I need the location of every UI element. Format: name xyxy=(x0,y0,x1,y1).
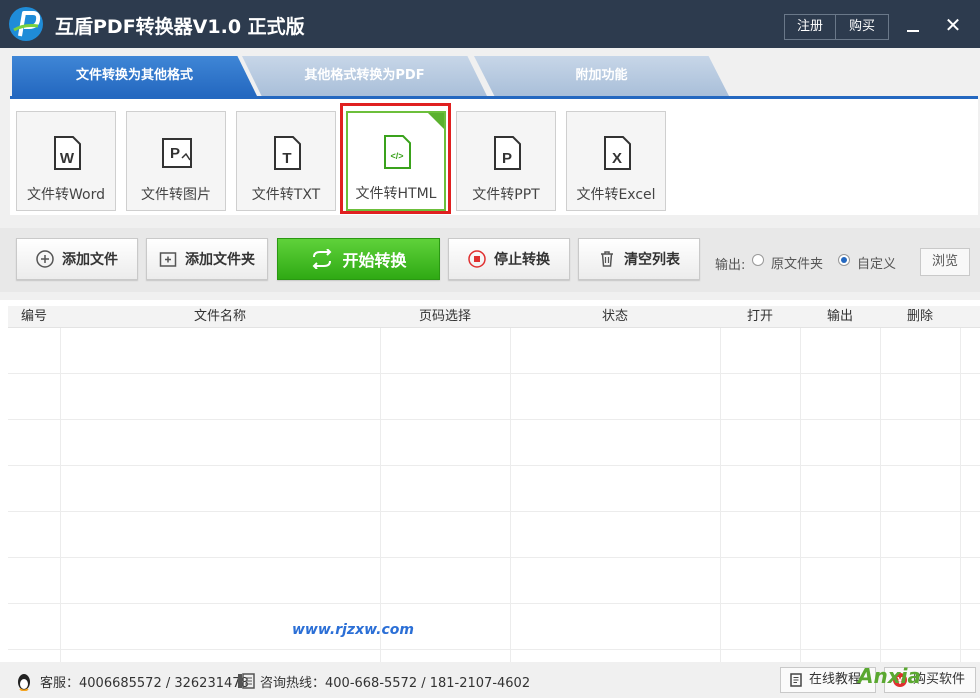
buy-button[interactable]: 购买 xyxy=(835,14,889,40)
column-divider xyxy=(880,328,881,662)
refresh-icon xyxy=(313,249,332,269)
output-custom-radio[interactable] xyxy=(838,254,850,266)
table-header: 编号 文件名称 页码选择 状态 打开 输出 删除 xyxy=(8,306,980,328)
svg-text:X: X xyxy=(612,150,622,167)
trash-icon xyxy=(601,251,613,267)
tab-extra-functions[interactable]: 附加功能 xyxy=(474,56,729,96)
service-contact: 客服：4006685572 / 326231478 xyxy=(40,676,249,691)
column-header-delete: 删除 xyxy=(906,309,933,324)
output-original-radio[interactable] xyxy=(752,254,764,266)
output-custom-label: 自定义 xyxy=(857,257,897,272)
row-divider xyxy=(8,603,980,604)
highlight-annotation xyxy=(340,103,451,214)
excel-file-icon: X xyxy=(604,136,631,170)
converter-tiles-panel: W 文件转Word P 文件转图片 T 文件转TXT </> 文件转HTML P… xyxy=(10,96,978,215)
start-convert-button[interactable]: 开始转换 xyxy=(277,238,440,280)
tab-bar: 文件转换为其他格式 其他格式转换为PDF 附加功能 xyxy=(0,48,980,98)
column-header-filename: 文件名称 xyxy=(193,309,246,324)
word-file-icon: W xyxy=(54,136,81,170)
tile-label: 文件转Word xyxy=(27,187,105,203)
tile-label: 文件转图片 xyxy=(141,187,211,203)
column-header-number: 编号 xyxy=(20,309,47,324)
qq-penguin-icon xyxy=(18,674,30,691)
row-divider xyxy=(8,511,980,512)
tile-to-ppt[interactable]: P 文件转PPT xyxy=(456,111,556,211)
svg-text:T: T xyxy=(282,150,291,167)
row-divider xyxy=(8,465,980,466)
clear-list-label: 清空列表 xyxy=(624,252,680,268)
row-divider xyxy=(8,419,980,420)
column-header-page-select: 页码选择 xyxy=(418,309,471,324)
add-file-button[interactable]: 添加文件 xyxy=(16,238,138,280)
action-toolbar: 添加文件 添加文件夹 开始转换 停止转换 清空列表 输出: 原文件夹 自定义 浏… xyxy=(0,228,980,292)
column-divider xyxy=(720,328,721,662)
column-divider xyxy=(800,328,801,662)
svg-text:W: W xyxy=(60,150,75,167)
status-bar: 客服：4006685572 / 326231478 咨询热线：400-668-5… xyxy=(0,662,980,698)
add-circle-icon xyxy=(36,250,54,268)
app-title: 互盾PDF转换器V1.0 正式版 xyxy=(55,16,305,38)
file-table: 编号 文件名称 页码选择 状态 打开 输出 删除 xyxy=(0,300,980,662)
add-file-label: 添加文件 xyxy=(62,252,118,268)
row-divider xyxy=(8,557,980,558)
hotline-contact: 咨询热线：400-668-5572 / 181-2107-4602 xyxy=(260,676,531,691)
phone-icon xyxy=(238,673,255,689)
image-file-icon: P xyxy=(162,138,192,168)
tile-label: 文件转Excel xyxy=(576,187,656,203)
online-tutorial-label: 在线教程 xyxy=(809,672,862,687)
title-bar: 互盾PDF转换器V1.0 正式版 注册 购买 ✕ xyxy=(0,0,980,48)
stop-convert-button[interactable]: 停止转换 xyxy=(448,238,570,280)
column-divider xyxy=(510,328,511,662)
stop-convert-label: 停止转换 xyxy=(494,252,550,268)
tile-to-image[interactable]: P 文件转图片 xyxy=(126,111,226,211)
ppt-file-icon: P xyxy=(494,136,521,170)
tile-label: 文件转TXT xyxy=(251,187,321,203)
corner-watermark: Anxia xyxy=(858,664,921,688)
app-logo-icon xyxy=(9,7,43,41)
svg-text:P: P xyxy=(502,150,512,167)
tab-other-to-pdf[interactable]: 其他格式转换为PDF xyxy=(242,56,487,96)
column-header-open: 打开 xyxy=(746,309,773,324)
tile-to-txt[interactable]: T 文件转TXT xyxy=(236,111,336,211)
output-original-label: 原文件夹 xyxy=(771,257,824,272)
output-label: 输出: xyxy=(715,258,746,273)
svg-text:P: P xyxy=(170,145,180,162)
add-folder-icon xyxy=(159,252,177,267)
add-folder-label: 添加文件夹 xyxy=(185,252,255,268)
column-divider xyxy=(60,328,61,662)
tile-to-word[interactable]: W 文件转Word xyxy=(16,111,116,211)
row-divider xyxy=(8,373,980,374)
browse-button[interactable]: 浏览 xyxy=(920,248,970,276)
register-button[interactable]: 注册 xyxy=(784,14,836,40)
minimize-icon[interactable] xyxy=(907,30,919,32)
stop-icon xyxy=(468,250,486,268)
tile-label: 文件转PPT xyxy=(472,187,540,203)
tab-file-to-other[interactable]: 文件转换为其他格式 xyxy=(12,56,257,96)
book-icon xyxy=(790,673,802,687)
column-header-output: 输出 xyxy=(826,309,853,324)
close-icon[interactable]: ✕ xyxy=(942,14,964,36)
tile-to-excel[interactable]: X 文件转Excel xyxy=(566,111,666,211)
clear-list-button[interactable]: 清空列表 xyxy=(578,238,700,280)
start-convert-label: 开始转换 xyxy=(342,251,407,270)
add-folder-button[interactable]: 添加文件夹 xyxy=(146,238,268,280)
column-divider xyxy=(380,328,381,662)
txt-file-icon: T xyxy=(274,136,301,170)
row-divider xyxy=(8,649,980,650)
column-header-status: 状态 xyxy=(601,309,628,324)
site-watermark: www.rjzxw.com xyxy=(292,622,414,638)
column-divider xyxy=(960,328,961,662)
